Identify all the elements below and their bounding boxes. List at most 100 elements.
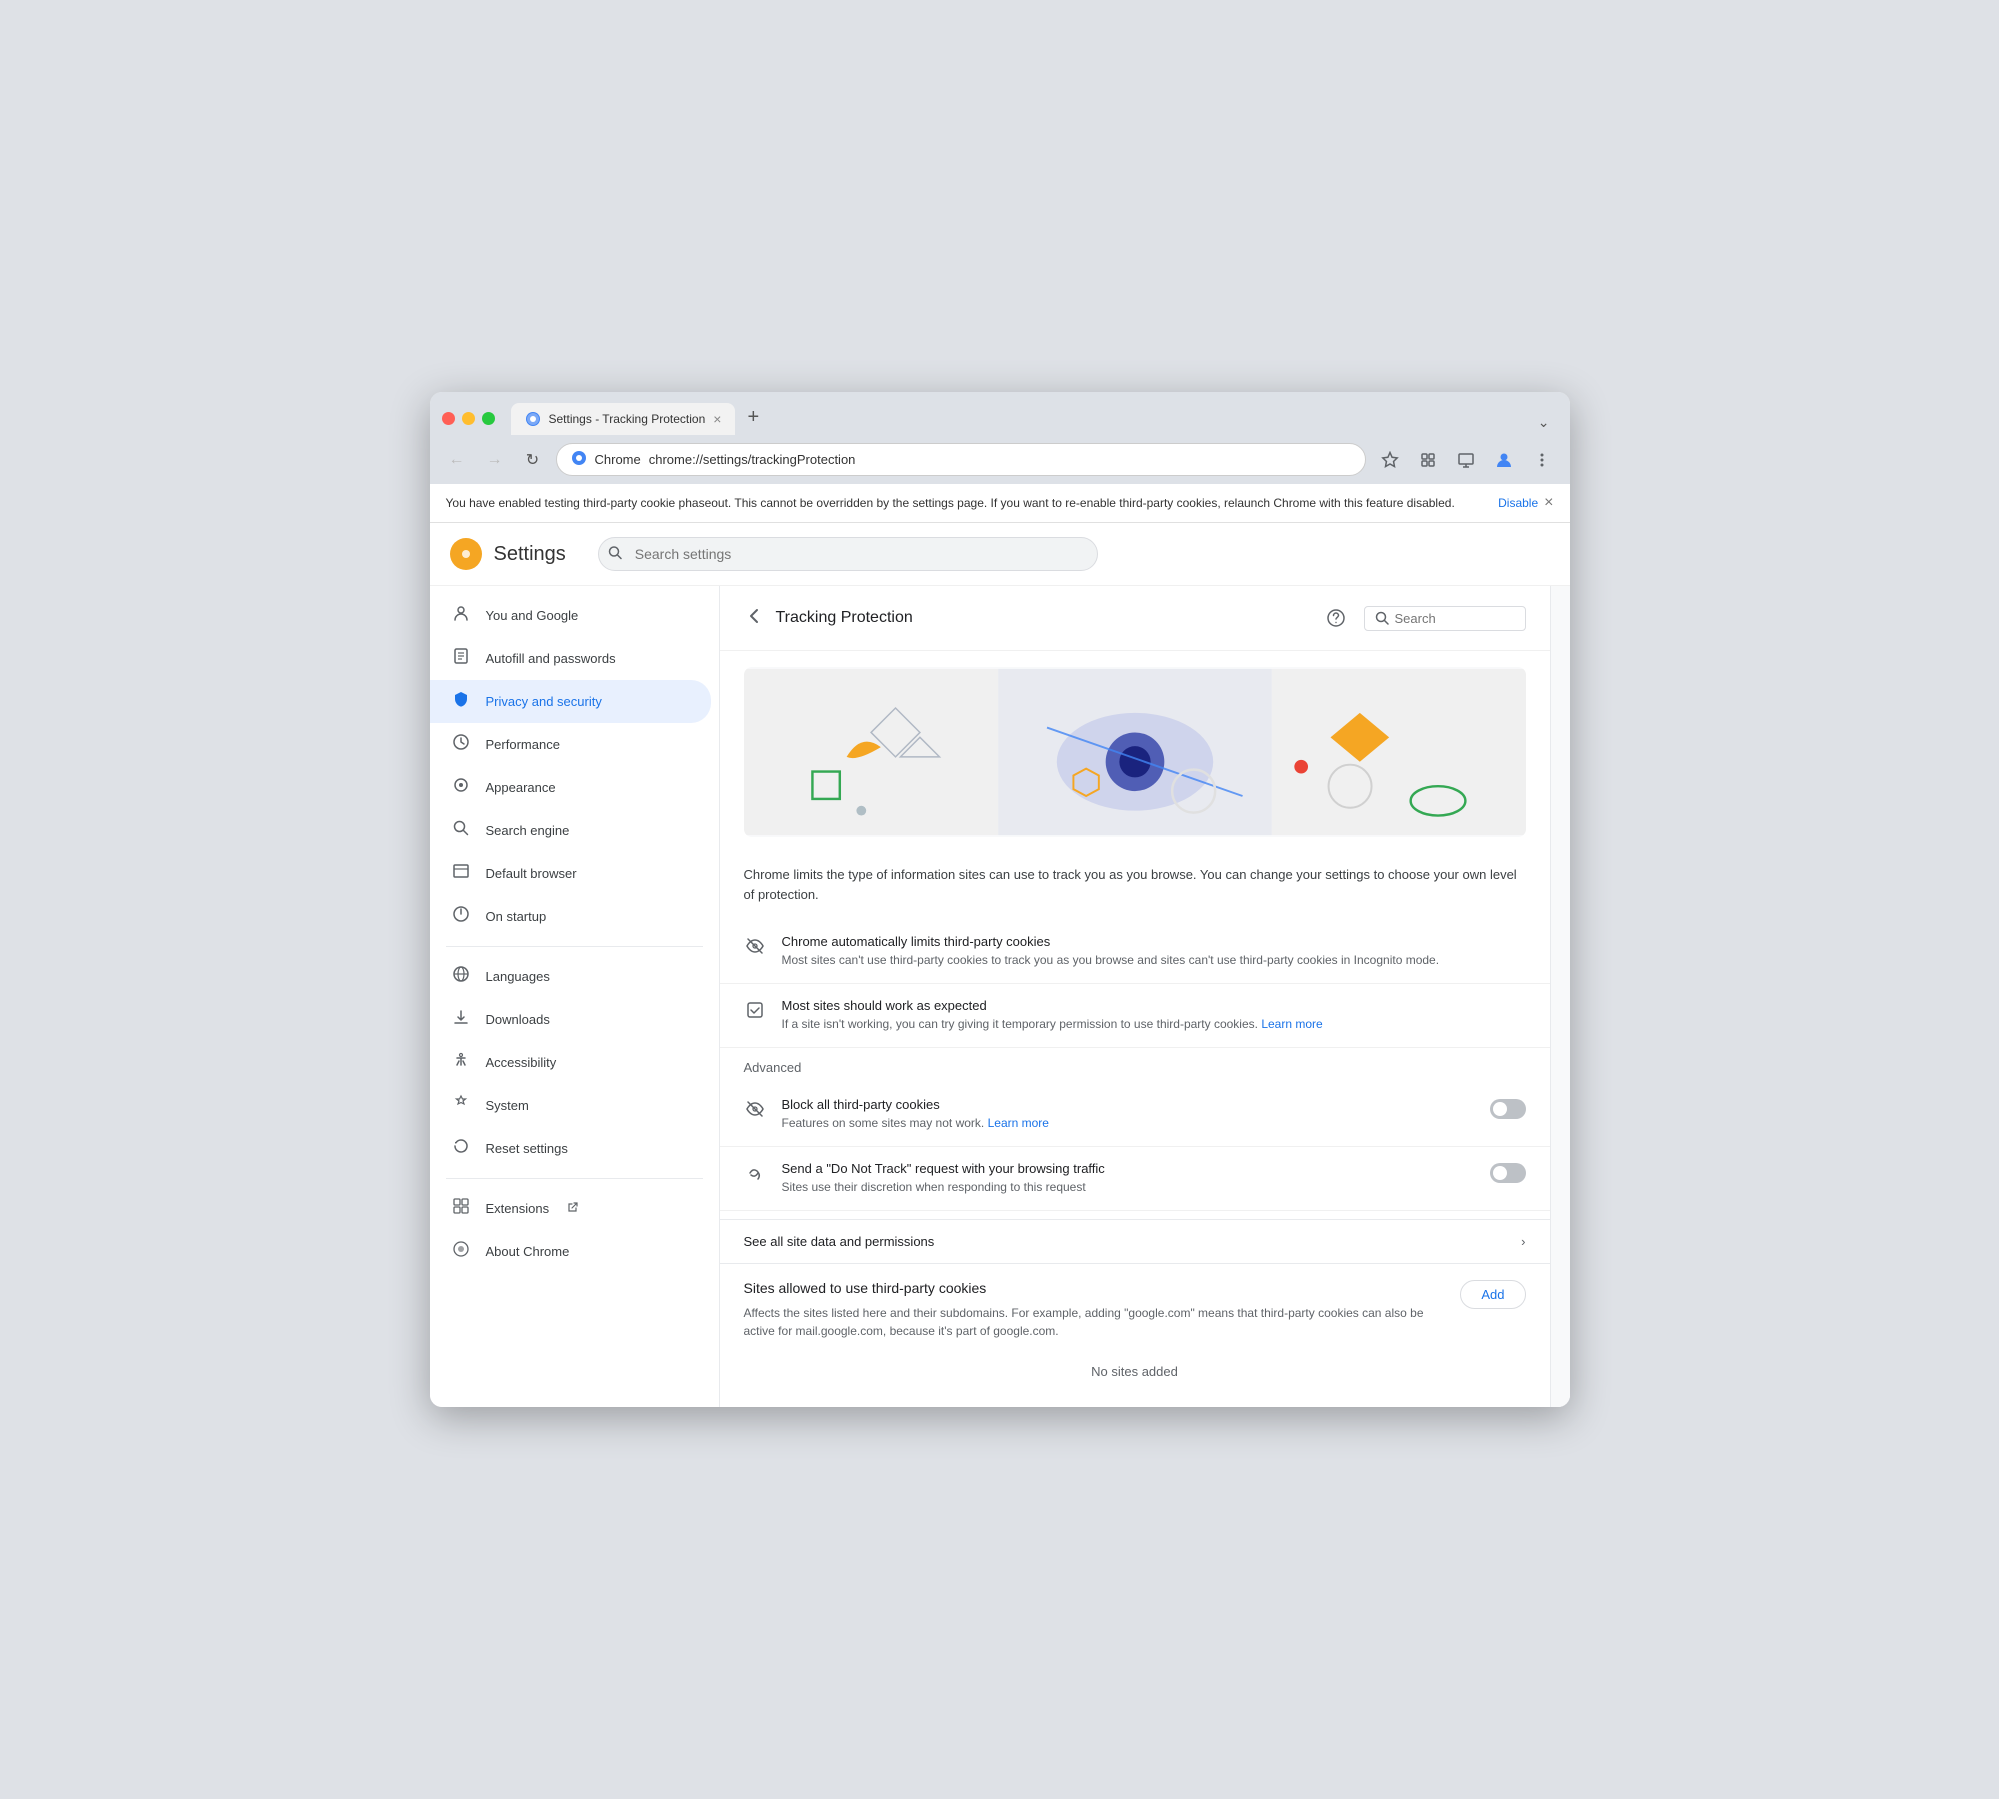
address-text: chrome://settings/trackingProtection: [649, 452, 1351, 467]
chevron-right-icon: ›: [1521, 1234, 1525, 1249]
content-back-button[interactable]: [744, 606, 764, 631]
chrome-label: Chrome: [595, 452, 641, 467]
settings-logo: [450, 538, 482, 570]
add-site-button[interactable]: Add: [1460, 1280, 1525, 1309]
languages-icon: [450, 965, 472, 988]
notification-close-btn[interactable]: ×: [1544, 494, 1553, 512]
tab-close-btn[interactable]: ×: [713, 411, 721, 427]
settings-body: You and Google Autofill and passwords: [430, 586, 1570, 1406]
external-link-icon: [567, 1201, 579, 1216]
more-button[interactable]: [1526, 444, 1558, 476]
sidebar-item-about-chrome[interactable]: About Chrome: [430, 1230, 711, 1273]
sidebar-divider-2: [446, 1178, 703, 1179]
title-bar: Settings - Tracking Protection × + ⌄: [430, 392, 1570, 435]
sidebar-label-search-engine: Search engine: [486, 823, 570, 838]
chrome-logo-small: [571, 450, 587, 469]
do-not-track-icon: [744, 1163, 766, 1188]
section-item-sites-work-title: Most sites should work as expected: [782, 998, 1526, 1013]
learn-more-link-1[interactable]: Learn more: [1261, 1017, 1322, 1031]
settings-search-input[interactable]: [598, 537, 1098, 571]
block-cookies-toggle[interactable]: [1490, 1099, 1526, 1119]
default-browser-icon: [450, 862, 472, 885]
extensions-button[interactable]: [1412, 444, 1444, 476]
notification-disable-link[interactable]: Disable: [1498, 496, 1538, 510]
search-icon: [450, 819, 472, 842]
accessibility-icon: [450, 1051, 472, 1074]
section-item-sites-work-desc: If a site isn't working, you can try giv…: [782, 1016, 1526, 1033]
toolbar-actions: [1374, 444, 1558, 476]
do-not-track-desc: Sites use their discretion when respondi…: [782, 1179, 1474, 1196]
main-content: Tracking Protection: [720, 586, 1550, 1406]
allowed-sites-desc: Affects the sites listed here and their …: [744, 1304, 1445, 1340]
sidebar-item-accessibility[interactable]: Accessibility: [430, 1041, 711, 1084]
sidebar-item-you-and-google[interactable]: You and Google: [430, 594, 711, 637]
section-item-auto-limits: Chrome automatically limits third-party …: [720, 920, 1550, 984]
sidebar-item-search-engine[interactable]: Search engine: [430, 809, 711, 852]
sidebar-label-about-chrome: About Chrome: [486, 1244, 570, 1259]
sidebar-item-languages[interactable]: Languages: [430, 955, 711, 998]
site-data-permissions-row[interactable]: See all site data and permissions ›: [720, 1219, 1550, 1264]
downloads-icon: [450, 1008, 472, 1031]
sidebar-label-system: System: [486, 1098, 529, 1113]
active-tab[interactable]: Settings - Tracking Protection ×: [511, 403, 736, 435]
address-bar[interactable]: Chrome chrome://settings/trackingProtect…: [556, 443, 1366, 476]
notification-bar: You have enabled testing third-party coo…: [430, 484, 1570, 523]
sidebar-item-default-browser[interactable]: Default browser: [430, 852, 711, 895]
tracking-protection-description: Chrome limits the type of information si…: [744, 867, 1517, 902]
appearance-icon: [450, 776, 472, 799]
minimize-traffic-light[interactable]: [462, 412, 475, 425]
help-button[interactable]: [1320, 602, 1352, 634]
allowed-sites-title: Sites allowed to use third-party cookies: [744, 1280, 1445, 1296]
do-not-track-toggle-thumb: [1493, 1166, 1507, 1180]
eye-off-icon: [744, 936, 766, 961]
autofill-icon: [450, 647, 472, 670]
bookmark-button[interactable]: [1374, 444, 1406, 476]
section-item-sites-work-text: Most sites should work as expected If a …: [782, 998, 1526, 1033]
settings-header: Settings: [430, 523, 1570, 586]
sidebar-item-system[interactable]: System: [430, 1084, 711, 1127]
right-panel: [1550, 586, 1570, 1406]
description-block: Chrome limits the type of information si…: [720, 853, 1550, 920]
reload-button[interactable]: ↻: [518, 445, 548, 475]
sidebar-label-accessibility: Accessibility: [486, 1055, 557, 1070]
media-router-button[interactable]: [1450, 444, 1482, 476]
new-tab-button[interactable]: +: [739, 402, 767, 433]
sidebar-label-default-browser: Default browser: [486, 866, 577, 881]
browser-window: Settings - Tracking Protection × + ⌄ ← →…: [430, 392, 1570, 1406]
sidebar-item-appearance[interactable]: Appearance: [430, 766, 711, 809]
no-sites-label: No sites added: [744, 1352, 1526, 1391]
do-not-track-toggle[interactable]: [1490, 1163, 1526, 1183]
user-icon: [450, 604, 472, 627]
back-button[interactable]: ←: [442, 445, 472, 475]
section-item-do-not-track: Send a "Do Not Track" request with your …: [720, 1147, 1550, 1211]
do-not-track-title: Send a "Do Not Track" request with your …: [782, 1161, 1474, 1176]
sidebar-item-performance[interactable]: Performance: [430, 723, 711, 766]
close-traffic-light[interactable]: [442, 412, 455, 425]
system-icon: [450, 1094, 472, 1117]
sidebar-item-extensions[interactable]: Extensions: [430, 1187, 711, 1230]
sidebar-item-privacy-security[interactable]: Privacy and security: [430, 680, 711, 723]
sidebar: You and Google Autofill and passwords: [430, 586, 720, 1406]
tab-favicon: [525, 411, 541, 427]
settings-search-area: [598, 537, 1098, 571]
maximize-traffic-light[interactable]: [482, 412, 495, 425]
learn-more-link-2[interactable]: Learn more: [988, 1116, 1049, 1130]
traffic-lights: [442, 412, 495, 425]
sidebar-item-on-startup[interactable]: On startup: [430, 895, 711, 938]
profile-button[interactable]: [1488, 444, 1520, 476]
sidebar-item-reset-settings[interactable]: Reset settings: [430, 1127, 711, 1170]
section-item-block-cookies: Block all third-party cookies Features o…: [720, 1083, 1550, 1147]
tab-title: Settings - Tracking Protection: [549, 412, 706, 426]
sidebar-label-appearance: Appearance: [486, 780, 556, 795]
sidebar-item-downloads[interactable]: Downloads: [430, 998, 711, 1041]
chrome-icon: [450, 1240, 472, 1263]
content-search-input[interactable]: [1395, 611, 1515, 626]
hero-area: [744, 667, 1526, 837]
sidebar-item-autofill[interactable]: Autofill and passwords: [430, 637, 711, 680]
performance-icon: [450, 733, 472, 756]
notification-text: You have enabled testing third-party coo…: [446, 496, 1493, 510]
allowed-sites-text: Sites allowed to use third-party cookies…: [744, 1280, 1445, 1352]
reset-icon: [450, 1137, 472, 1160]
forward-button[interactable]: →: [480, 445, 510, 475]
tab-dropdown-btn[interactable]: ⌄: [1530, 410, 1558, 435]
